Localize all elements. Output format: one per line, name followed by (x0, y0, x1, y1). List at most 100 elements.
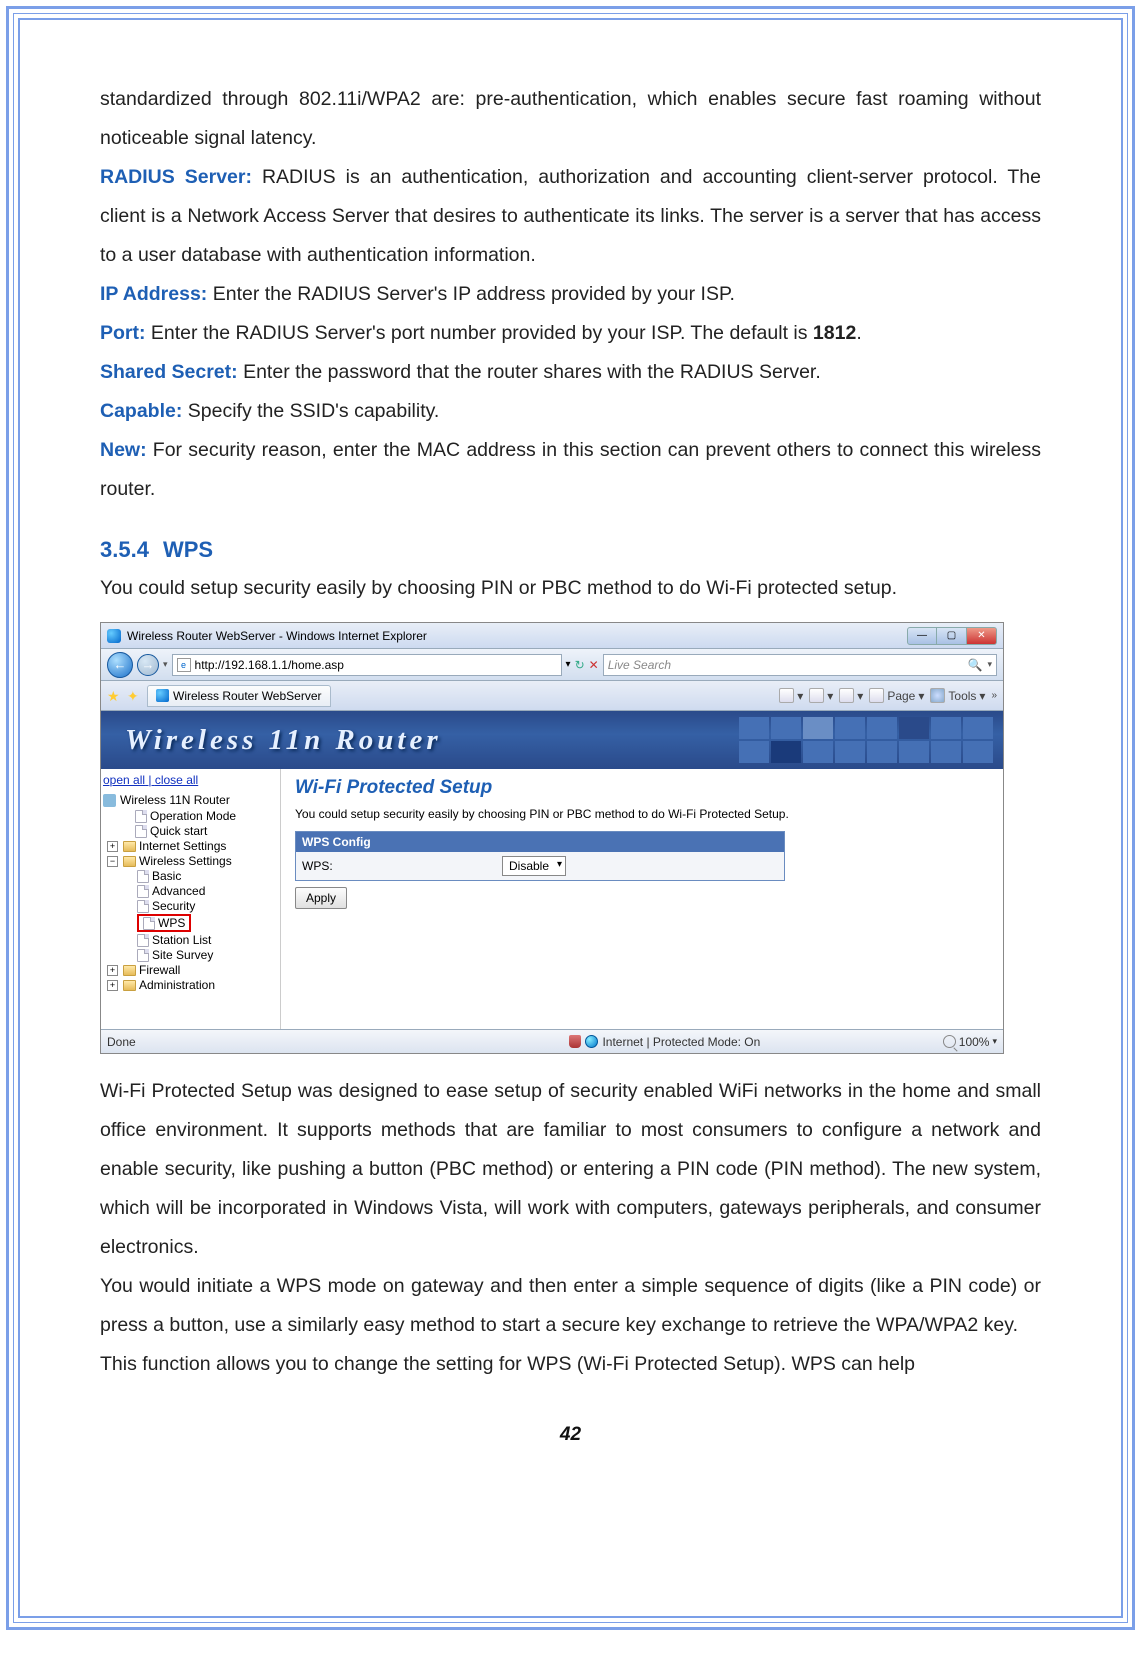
para-secret: Shared Secret: Enter the password that t… (100, 353, 1041, 392)
search-placeholder: Live Search (608, 658, 671, 672)
tree-station-list[interactable]: Station List (152, 933, 211, 947)
folder-icon (123, 841, 136, 852)
wps-label: WPS: (302, 859, 502, 873)
open-all-link[interactable]: open all (103, 773, 145, 787)
expander-icon[interactable]: + (107, 980, 118, 991)
folder-icon (123, 980, 136, 991)
para-after-2: You would initiate a WPS mode on gateway… (100, 1267, 1041, 1345)
print-icon[interactable]: ▾ (839, 688, 863, 703)
close-all-link[interactable]: close all (155, 773, 198, 787)
page-menu[interactable]: Page ▾ (869, 688, 924, 703)
para-ip: IP Address: Enter the RADIUS Server's IP… (100, 275, 1041, 314)
tree-internet-settings[interactable]: Internet Settings (139, 839, 226, 853)
tab-favicon (156, 689, 169, 702)
folder-icon (123, 965, 136, 976)
page-icon (137, 949, 149, 962)
page-icon (137, 870, 149, 883)
section-number: 3.5.4 (100, 537, 149, 562)
panel-desc: You could setup security easily by choos… (295, 807, 989, 821)
page-icon (137, 934, 149, 947)
tree-quick-start[interactable]: Quick start (150, 824, 207, 838)
page-icon: e (177, 658, 191, 672)
favorites-icon[interactable]: ★ (107, 688, 123, 704)
tree-administration[interactable]: Administration (139, 978, 215, 992)
search-field[interactable]: Live Search 🔍 ▾ (603, 654, 997, 676)
text-port-a: Enter the RADIUS Server's port number pr… (146, 322, 813, 344)
browser-tab[interactable]: Wireless Router WebServer (147, 685, 331, 707)
tree-controls: open all | close all (103, 773, 278, 787)
expander-icon[interactable]: − (107, 856, 118, 867)
tab-bar: ★ ✦ Wireless Router WebServer ▾ ▾ ▾ Page… (101, 681, 1003, 711)
feeds-icon[interactable]: ▾ (809, 688, 833, 703)
zoom-level: 100% (959, 1035, 990, 1049)
nav-tree: open all | close all Wireless 11N Router… (101, 769, 281, 1029)
maximize-button[interactable]: ▢ (937, 627, 967, 645)
minimize-button[interactable]: — (907, 627, 937, 645)
search-go-icon[interactable]: 🔍 (967, 658, 987, 672)
globe-icon (585, 1035, 598, 1048)
zoom-icon[interactable] (943, 1035, 956, 1048)
tools-menu[interactable]: Tools ▾ (930, 688, 985, 703)
tree-operation-mode[interactable]: Operation Mode (150, 809, 236, 823)
back-button[interactable]: ← (107, 652, 133, 678)
tree-firewall[interactable]: Firewall (139, 963, 180, 977)
label-radius: RADIUS Server: (100, 166, 252, 188)
refresh-icon[interactable]: ↻ (575, 658, 585, 672)
address-bar: ← → ▾ e http://192.168.1.1/home.asp ▾ ↻ … (101, 649, 1003, 681)
wps-dropdown[interactable]: Disable (502, 856, 566, 876)
status-left: Done (107, 1035, 387, 1049)
text-port-b: 1812 (813, 322, 856, 344)
expander-icon[interactable]: + (107, 965, 118, 976)
para-standardized: standardized through 802.11i/WPA2 are: p… (100, 80, 1041, 158)
text-secret: Enter the password that the router share… (238, 361, 821, 383)
tree-site-survey[interactable]: Site Survey (152, 948, 213, 962)
para-capable: Capable: Specify the SSID's capability. (100, 392, 1041, 431)
apply-button[interactable]: Apply (295, 887, 347, 909)
label-port: Port: (100, 322, 146, 344)
page-icon (135, 810, 147, 823)
add-favorite-icon[interactable]: ✦ (127, 688, 143, 704)
tree-security[interactable]: Security (152, 899, 195, 913)
page-icon (143, 917, 155, 930)
text-capable: Specify the SSID's capability. (182, 400, 439, 422)
page-icon (137, 885, 149, 898)
para-after-3: This function allows you to change the s… (100, 1345, 1041, 1384)
home-icon[interactable]: ▾ (779, 688, 803, 703)
forward-button[interactable]: → (137, 654, 159, 676)
label-capable: Capable: (100, 400, 182, 422)
label-new: New: (100, 439, 147, 461)
ie-icon (107, 629, 121, 643)
close-button[interactable]: ✕ (967, 627, 997, 645)
expander-icon[interactable]: + (107, 841, 118, 852)
tree-root[interactable]: Wireless 11N Router (120, 793, 230, 807)
label-ip: IP Address: (100, 283, 207, 305)
tree-wps-selected[interactable]: WPS (137, 914, 191, 932)
banner-title: Wireless 11n Router (101, 724, 442, 757)
para-new: New: For security reason, enter the MAC … (100, 431, 1041, 509)
text-port-c: . (856, 322, 861, 344)
text-new: For security reason, enter the MAC addre… (100, 439, 1041, 500)
wps-config-table: WPS Config WPS: Disable (295, 831, 785, 881)
panel-title: Wi-Fi Protected Setup (295, 777, 989, 799)
table-header: WPS Config (296, 832, 784, 852)
url-field[interactable]: e http://192.168.1.1/home.asp (172, 654, 562, 676)
tree-wireless-settings[interactable]: Wireless Settings (139, 854, 232, 868)
section-intro: You could setup security easily by choos… (100, 569, 1041, 608)
folder-icon (123, 856, 136, 867)
para-port: Port: Enter the RADIUS Server's port num… (100, 314, 1041, 353)
url-text: http://192.168.1.1/home.asp (195, 658, 344, 672)
shield-icon (569, 1035, 581, 1048)
titlebar: Wireless Router WebServer - Windows Inte… (101, 623, 1003, 649)
tab-title: Wireless Router WebServer (173, 689, 322, 703)
stop-icon[interactable]: ✕ (589, 658, 599, 672)
tree-basic[interactable]: Basic (152, 869, 181, 883)
text-ip: Enter the RADIUS Server's IP address pro… (207, 283, 735, 305)
status-text: Internet | Protected Mode: On (602, 1035, 760, 1049)
tree-advanced[interactable]: Advanced (152, 884, 205, 898)
window-title: Wireless Router WebServer - Windows Inte… (127, 629, 427, 643)
status-bar: Done Internet | Protected Mode: On 100% … (101, 1029, 1003, 1053)
para-radius: RADIUS Server: RADIUS is an authenticati… (100, 158, 1041, 275)
page-icon (135, 825, 147, 838)
section-heading: 3.5.4WPS (100, 537, 1041, 563)
label-secret: Shared Secret: (100, 361, 238, 383)
